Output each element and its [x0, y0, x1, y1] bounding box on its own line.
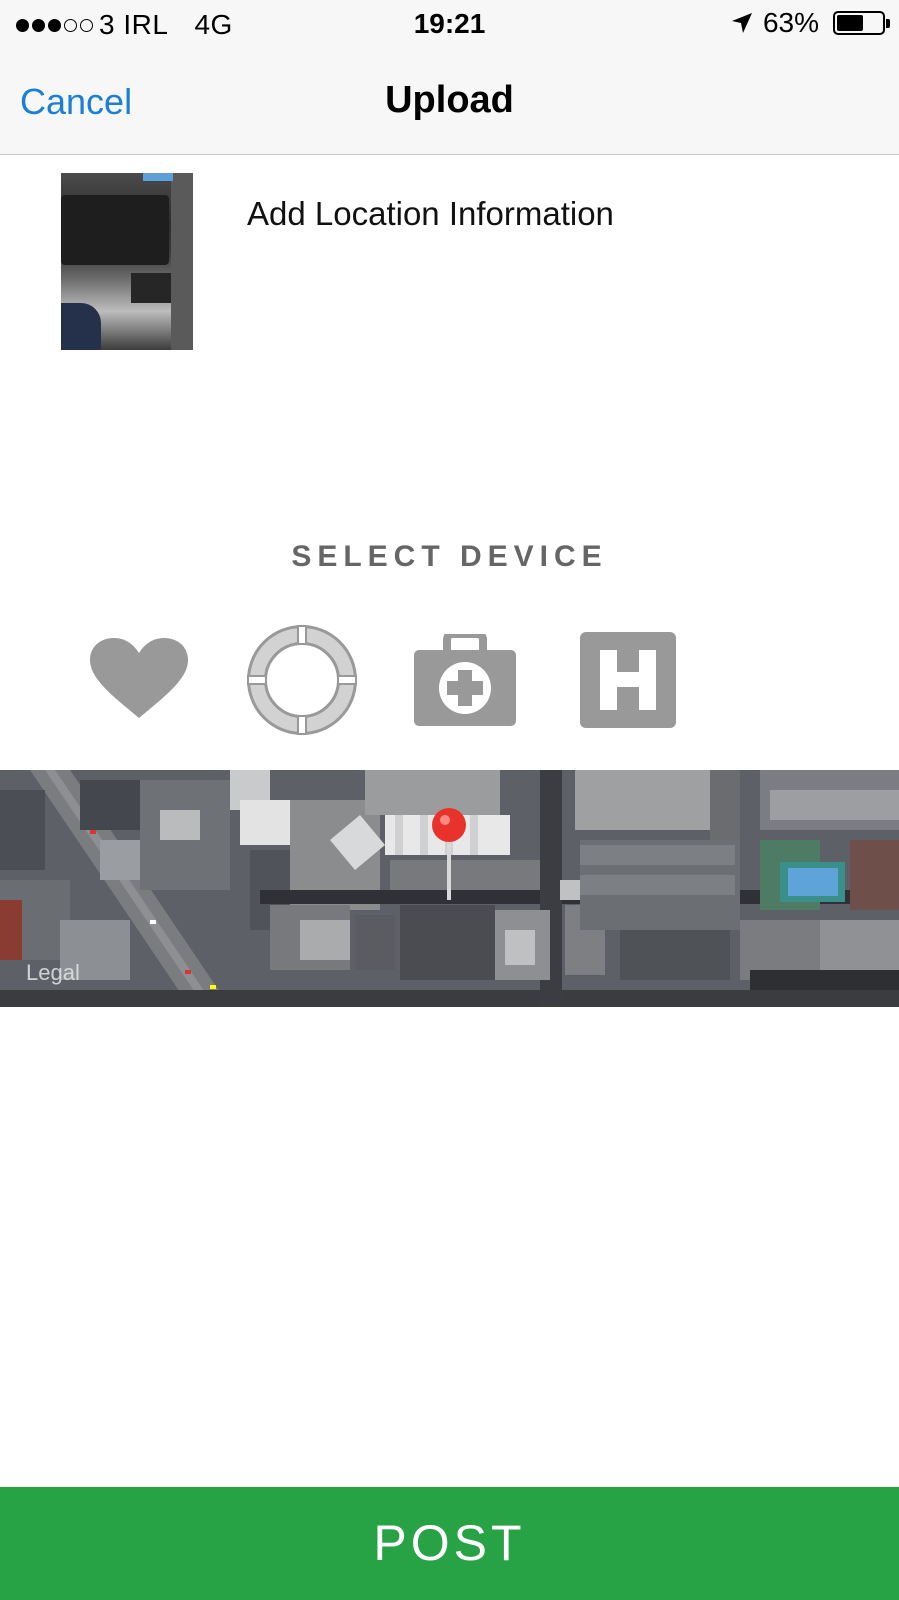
select-device-heading: SELECT DEVICE	[291, 540, 608, 573]
battery-fill	[837, 15, 864, 31]
map-legal-link[interactable]: Legal	[26, 960, 80, 986]
lifebuoy-icon	[247, 625, 357, 735]
photo-thumbnail[interactable]	[61, 173, 193, 350]
hospital-h-icon	[580, 632, 676, 728]
page-title: Upload	[385, 79, 514, 121]
heart-icon	[90, 638, 188, 718]
first-aid-kit-icon	[414, 630, 516, 726]
post-button[interactable]: POST	[0, 1487, 899, 1600]
status-right: 63%	[731, 7, 890, 39]
device-hospital-button[interactable]	[580, 632, 676, 728]
satellite-map[interactable]: Legal	[0, 770, 899, 1007]
device-first-aid-button[interactable]	[414, 630, 516, 726]
add-location-field[interactable]: Add Location Information	[247, 195, 614, 233]
battery-icon	[833, 11, 890, 35]
battery-percent: 63%	[762, 7, 819, 38]
location-arrow-icon	[731, 13, 752, 33]
status-bar: 3 IRL 4G 19:21 63%	[0, 0, 899, 50]
device-heart-button[interactable]	[90, 638, 188, 718]
map-pin-icon[interactable]	[430, 806, 468, 902]
navigation-bar: Cancel Upload	[0, 50, 899, 155]
device-lifebuoy-button[interactable]	[247, 625, 357, 735]
